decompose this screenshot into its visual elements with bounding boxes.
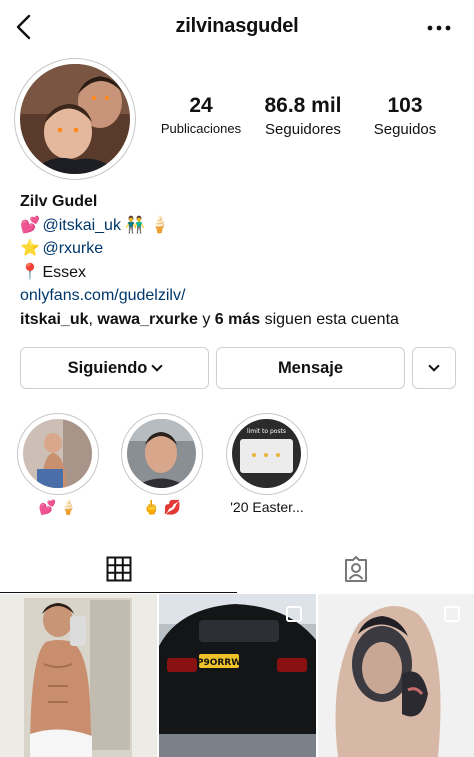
bio-line-2: ⭐ @rxurke (20, 237, 460, 261)
chevron-down-icon (151, 360, 164, 372)
highlight-cover-2 (127, 419, 196, 488)
highlight-ring: limit to posts (226, 413, 308, 495)
multiple-posts-icon (286, 606, 302, 622)
display-name: Zilv Gudel (20, 193, 98, 210)
highlight-ring (17, 413, 99, 495)
message-button-label: Mensaje (277, 358, 344, 377)
highlight-ring (121, 413, 203, 495)
profile-username: zilvinasgudel (175, 15, 299, 37)
posts-count-stat: 24 Publicaciones (152, 94, 250, 136)
bio-line-1: 💕 @itskai_uk 👬 🍦 (20, 214, 460, 238)
highlight-label-3: '20 Easter... (230, 499, 304, 515)
posts-grid: P9ORRW (0, 594, 474, 757)
license-plate-text: P9ORRW (197, 658, 241, 668)
bio-line-3: 📍 Essex (20, 261, 460, 285)
post-thumbnail-2[interactable]: P9ORRW (159, 594, 316, 757)
tab-posts-grid[interactable] (0, 545, 237, 593)
bio-line-1-emojis: 👬 🍦 (125, 216, 170, 234)
hearts-emoji: 💕 (20, 216, 40, 234)
highlight-label-2: 🖕 💋 (142, 499, 182, 515)
highlight-3-inner-text: limit to posts (247, 428, 286, 435)
bio-link[interactable]: onlyfans.com/gudelzilv/ (20, 284, 460, 308)
post-thumbnail-3[interactable] (318, 594, 474, 757)
avatar[interactable] (20, 64, 130, 174)
story-highlight-3[interactable]: limit to posts '20 Easter... (226, 413, 308, 515)
posts-label: Publicaciones (160, 121, 242, 136)
followers-count: 86.8 mil (264, 94, 342, 117)
more-options-icon[interactable] (424, 18, 454, 38)
pin-emoji: 📍 (20, 263, 40, 281)
profile-tabs (0, 545, 474, 593)
top-bar: zilvinasgudel (0, 0, 474, 56)
story-highlight-2[interactable]: 🖕 💋 (121, 413, 203, 515)
followed-more: 6 más (214, 310, 261, 328)
posts-count: 24 (189, 94, 213, 117)
following-button[interactable]: Siguiendo (20, 347, 209, 389)
chevron-down-icon (428, 360, 440, 372)
followed-mid: y (197, 310, 215, 328)
tagged-person-icon (344, 556, 367, 582)
suggested-accounts-button[interactable] (412, 347, 456, 389)
followed-user-1: itskai_uk (20, 310, 89, 328)
mention-itskai-uk[interactable]: @itskai_uk (42, 217, 121, 234)
highlight-cover-1 (23, 419, 92, 488)
following-stat[interactable]: 103 Seguidos (358, 94, 452, 138)
followers-stat[interactable]: 86.8 mil Seguidores (252, 94, 354, 138)
following-label: Seguidos (373, 121, 437, 138)
multiple-posts-icon (444, 606, 460, 622)
location-text: Essex (42, 263, 87, 281)
post-thumbnail-1[interactable] (0, 594, 157, 757)
followed-user-2: wawa_rxurke (97, 310, 198, 328)
followed-by-text[interactable]: itskai_uk, wawa_rxurke y 6 más siguen es… (20, 308, 460, 332)
story-highlight-1[interactable]: 💕 🍦 (17, 413, 99, 515)
followers-label: Seguidores (265, 121, 341, 138)
mention-rxurke[interactable]: @rxurke (42, 240, 103, 257)
bio-section: Zilv Gudel 💕 @itskai_uk 👬 🍦 ⭐ @rxurke 📍 … (20, 190, 460, 331)
message-button[interactable]: Mensaje (216, 347, 405, 389)
grid-icon (106, 556, 131, 581)
star-emoji: ⭐ (20, 240, 40, 257)
following-count: 103 (387, 94, 423, 117)
following-button-label: Siguiendo (67, 358, 148, 377)
tab-tagged[interactable] (237, 545, 474, 593)
followed-suffix: siguen esta cuenta (260, 310, 399, 328)
highlight-cover-3: limit to posts (232, 419, 301, 488)
